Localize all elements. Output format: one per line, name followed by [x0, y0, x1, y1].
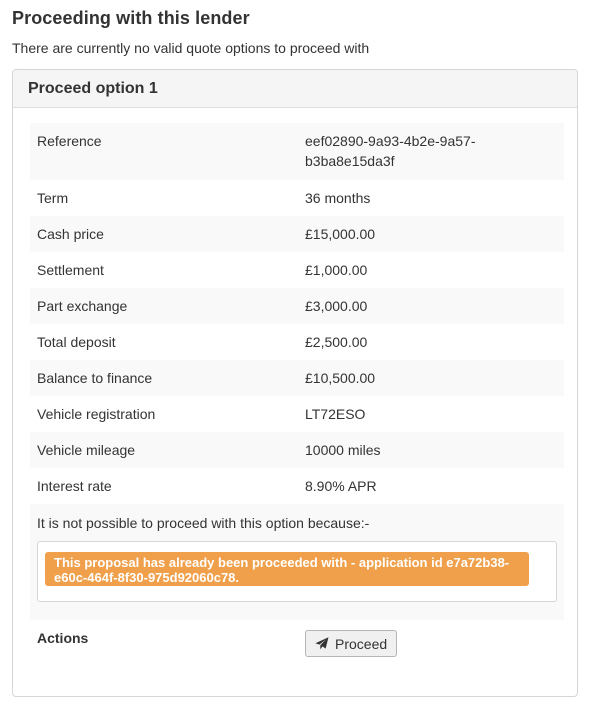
unavailable-reason-block: It is not possible to proceed with this … — [30, 504, 564, 620]
detail-label: Balance to finance — [37, 370, 153, 386]
detail-label: Total deposit — [37, 334, 116, 350]
detail-row-balance-to-finance: Balance to finance £10,500.00 — [30, 360, 564, 396]
detail-value: £1,000.00 — [305, 262, 368, 278]
actions-label: Actions — [37, 630, 89, 646]
detail-label: Reference — [37, 133, 102, 149]
proceed-button[interactable]: Proceed — [305, 630, 398, 657]
warning-alert: This proposal has already been proceeded… — [45, 552, 529, 586]
detail-row-vehicle-mileage: Vehicle mileage 10000 miles — [30, 432, 564, 468]
detail-label: Settlement — [37, 262, 104, 278]
no-quotes-message: There are currently no valid quote optio… — [12, 40, 370, 56]
detail-value: £15,000.00 — [305, 226, 376, 242]
detail-label: Vehicle mileage — [37, 442, 136, 458]
detail-row-term: Term 36 months — [30, 180, 564, 216]
panel-heading: Proceed option 1 — [13, 70, 577, 108]
detail-row-total-deposit: Total deposit £2,500.00 — [30, 324, 564, 360]
detail-value: £10,500.00 — [305, 370, 376, 386]
paper-plane-icon — [315, 637, 329, 650]
detail-label: Vehicle registration — [37, 406, 156, 422]
detail-row-cash-price: Cash price £15,000.00 — [30, 216, 564, 252]
detail-value: 8.90% APR — [305, 478, 377, 494]
detail-value: LT72ESO — [305, 406, 366, 422]
detail-row-part-exchange: Part exchange £3,000.00 — [30, 288, 564, 324]
detail-value: £2,500.00 — [305, 334, 368, 350]
detail-value: 36 months — [305, 190, 371, 206]
reason-intro: It is not possible to proceed with this … — [37, 515, 370, 531]
page-title: Proceeding with this lender — [12, 8, 250, 28]
reason-box: This proposal has already been proceeded… — [37, 541, 557, 602]
actions-row: Actions Proceed — [30, 620, 564, 664]
detail-value: 10000 miles — [305, 442, 381, 458]
proceed-button-label: Proceed — [335, 635, 388, 652]
detail-label: Part exchange — [37, 298, 128, 314]
proceed-option-panel: Proceed option 1 Reference eef02890-9a93… — [12, 69, 578, 697]
detail-value: £3,000.00 — [305, 298, 368, 314]
detail-value: eef02890-9a93-4b2e-9a57-b3ba8e15da3f — [305, 133, 476, 169]
option-details-table: Reference eef02890-9a93-4b2e-9a57-b3ba8e… — [30, 123, 564, 664]
detail-row-settlement: Settlement £1,000.00 — [30, 252, 564, 288]
detail-row-interest-rate: Interest rate 8.90% APR — [30, 468, 564, 504]
detail-row-reference: Reference eef02890-9a93-4b2e-9a57-b3ba8e… — [30, 123, 564, 180]
detail-label: Cash price — [37, 226, 104, 242]
detail-row-vehicle-registration: Vehicle registration LT72ESO — [30, 396, 564, 432]
detail-label: Term — [37, 190, 69, 206]
detail-label: Interest rate — [37, 478, 112, 494]
